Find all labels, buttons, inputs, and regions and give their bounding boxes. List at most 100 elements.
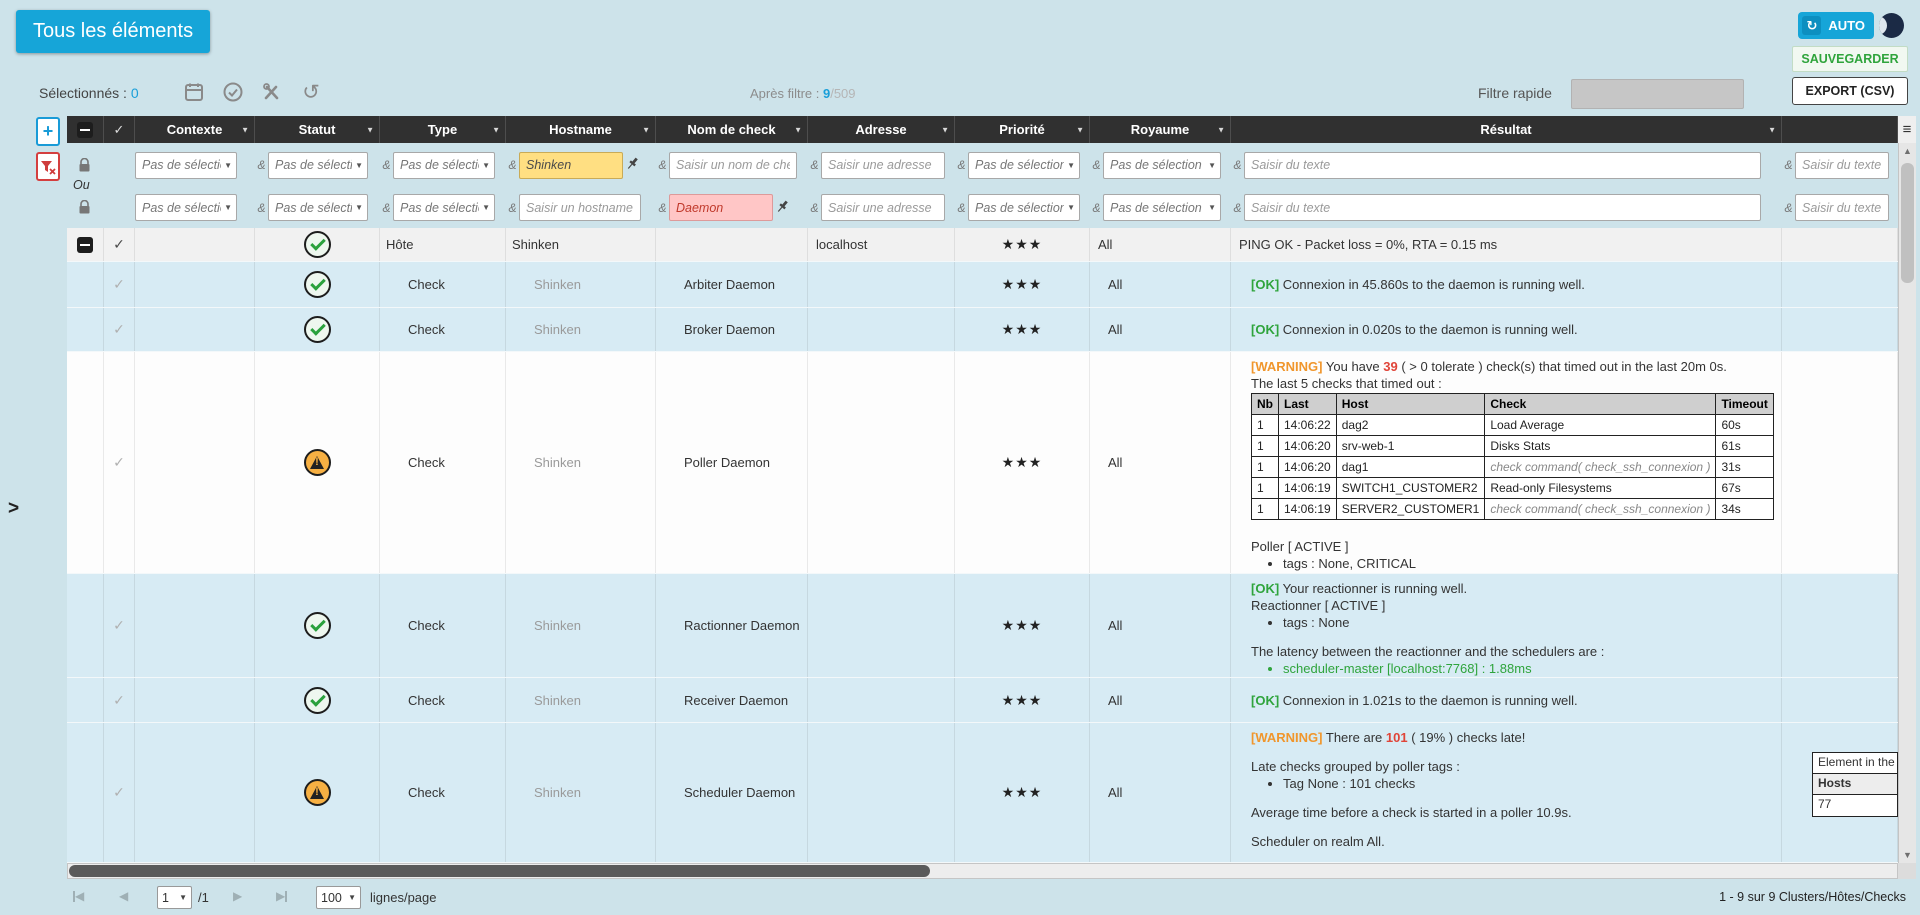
filter-priorite-select[interactable]: Pas de sélection▼ (968, 194, 1080, 221)
quick-filter-input[interactable] (1571, 79, 1744, 109)
page-select[interactable]: 1▼ (157, 886, 192, 909)
chevron-down-icon[interactable]: ▼ (1076, 125, 1084, 134)
check-icon[interactable]: ✓ (113, 276, 125, 293)
col-header-adresse[interactable]: Adresse▼ (808, 116, 955, 143)
filter-royaume-select[interactable]: Pas de sélection▼ (1103, 152, 1221, 179)
select-all-header[interactable] (67, 116, 104, 143)
vertical-scroll-thumb[interactable] (1901, 163, 1914, 283)
col-header-priorite[interactable]: Priorité▼ (955, 116, 1090, 143)
table-row[interactable]: ✓ Check Shinken Scheduler Daemon ★★★ All… (67, 723, 1916, 863)
check-icon[interactable]: ✓ (113, 617, 125, 634)
col-header-contexte[interactable]: Contexte▼ (135, 116, 255, 143)
clear-filters-button[interactable] (36, 152, 60, 181)
check-icon[interactable]: ✓ (113, 236, 125, 253)
filter-priorite-select[interactable]: Pas de sélection▼ (968, 152, 1080, 179)
calendar-button[interactable] (182, 80, 206, 104)
scroll-down-icon[interactable]: ▼ (1899, 847, 1916, 863)
filter-contexte-select[interactable]: Pas de sélection▼ (135, 152, 237, 179)
table-row[interactable]: ✓ Check Shinken Poller Daemon ★★★ All [W… (67, 352, 1916, 574)
check-icon[interactable]: ✓ (113, 692, 125, 709)
first-page-button[interactable]: ◀ (73, 889, 84, 903)
table-row[interactable]: ✓ Check Shinken Ractionner Daemon ★★★ Al… (67, 574, 1916, 678)
filter-hostname-input[interactable] (519, 152, 623, 179)
filter-checkname-input[interactable] (669, 194, 773, 221)
add-filter-button[interactable]: + (36, 117, 60, 146)
scroll-up-icon[interactable]: ▲ (1899, 143, 1916, 159)
next-page-button[interactable]: ▶ (233, 889, 242, 903)
lock-icon[interactable] (78, 200, 91, 215)
col-header-type[interactable]: Type▼ (380, 116, 506, 143)
chevron-down-icon[interactable]: ▼ (642, 125, 650, 134)
dark-mode-toggle-icon[interactable] (1879, 13, 1904, 38)
chevron-down-icon[interactable]: ▼ (1217, 125, 1225, 134)
and-separator: & (1782, 158, 1795, 172)
table-row[interactable]: ✓ Check Shinken Broker Daemon ★★★ All [O… (67, 308, 1916, 352)
all-elements-button[interactable]: Tous les éléments (16, 10, 210, 53)
table-row[interactable]: ✓ Check Shinken Receiver Daemon ★★★ All … (67, 678, 1916, 723)
table-menu-button[interactable]: ≡ (1898, 116, 1916, 143)
filter-extra-input[interactable] (1795, 152, 1889, 179)
filter-address-input[interactable] (821, 194, 945, 221)
previous-page-button[interactable]: ◀ (119, 889, 128, 903)
col-header-statut[interactable]: Statut▼ (255, 116, 380, 143)
result-cell: [OK] Your reactionner is running well. R… (1231, 574, 1782, 677)
filter-checkname-input[interactable] (669, 152, 797, 179)
refresh-selection-button[interactable]: ↺ (299, 80, 323, 104)
table-row: 114:06:20srv-web-1Disks Stats61s (1252, 436, 1774, 457)
filter-hostname-input[interactable] (519, 194, 641, 221)
selected-count: Sélectionnés : 0 (39, 85, 139, 101)
plus-icon: + (43, 121, 54, 142)
chevron-down-icon[interactable]: ▼ (492, 125, 500, 134)
filter-result-input[interactable] (1244, 194, 1761, 221)
per-page-select[interactable]: 100▼ (316, 886, 361, 909)
hostname-cell: Shinken (506, 352, 656, 573)
chevron-down-icon: ▼ (1208, 203, 1216, 212)
save-button[interactable]: SAUVEGARDER (1792, 46, 1908, 72)
filter-statut-select[interactable]: Pas de sélection▼ (268, 152, 368, 179)
filter-extra-input[interactable] (1795, 194, 1889, 221)
export-csv-button[interactable]: EXPORT (CSV) (1792, 77, 1908, 105)
filter-contexte-select[interactable]: Pas de sélection▼ (135, 194, 237, 221)
filter-address-input[interactable] (821, 152, 945, 179)
tools-button[interactable] (260, 80, 284, 104)
calendar-icon (183, 81, 205, 103)
horizontal-scroll-thumb[interactable] (69, 865, 930, 877)
col-header-royaume[interactable]: Royaume▼ (1090, 116, 1231, 143)
chevron-down-icon[interactable]: ▼ (366, 125, 374, 134)
horizontal-scrollbar[interactable] (67, 863, 1898, 879)
lock-icon[interactable] (78, 158, 91, 173)
check-column-header[interactable]: ✓ (104, 116, 135, 143)
pin-icon[interactable] (775, 199, 790, 217)
scheduler-latency-link[interactable]: scheduler-master [localhost:7768] : 1.88… (1283, 660, 1771, 677)
last-page-button[interactable]: ▶ (276, 889, 287, 903)
acknowledge-button[interactable] (221, 80, 245, 104)
check-icon[interactable]: ✓ (113, 321, 125, 338)
chevron-down-icon: ▼ (348, 893, 356, 902)
table-row[interactable]: ✓ Hôte Shinken localhost ★★★ All PING OK… (67, 228, 1916, 262)
filter-statut-select[interactable]: Pas de sélection▼ (268, 194, 368, 221)
chevron-down-icon[interactable]: ▼ (241, 125, 249, 134)
table-row[interactable]: ✓ Check Shinken Arbiter Daemon ★★★ All [… (67, 262, 1916, 308)
col-header-resultat[interactable]: Résultat▼ (1231, 116, 1782, 143)
pin-icon[interactable] (625, 156, 640, 174)
check-icon[interactable]: ✓ (113, 784, 125, 801)
vertical-scrollbar[interactable]: ▲ ▼ (1898, 143, 1916, 863)
filter-type-select[interactable]: Pas de sélection▼ (393, 152, 495, 179)
chevron-down-icon[interactable]: ▼ (794, 125, 802, 134)
collapse-row-icon[interactable] (77, 237, 93, 253)
checkname-cell: Scheduler Daemon (656, 723, 808, 862)
auto-refresh-toggle[interactable]: ↻ AUTO (1798, 12, 1874, 39)
filter-result-input[interactable] (1244, 152, 1761, 179)
filter-type-select[interactable]: Pas de sélection▼ (393, 194, 495, 221)
type-cell: Hôte (380, 228, 506, 261)
chevron-down-icon[interactable]: ▼ (1768, 125, 1776, 134)
panel-expander[interactable]: > (8, 498, 19, 520)
chevron-down-icon[interactable]: ▼ (941, 125, 949, 134)
col-header-nom-de-check[interactable]: Nom de check▼ (656, 116, 808, 143)
col-header-hostname[interactable]: Hostname▼ (506, 116, 656, 143)
filter-royaume-select[interactable]: Pas de sélection▼ (1103, 194, 1221, 221)
selection-tools: ↺ (182, 80, 323, 104)
check-icon[interactable]: ✓ (113, 454, 125, 471)
col-header-extra (1782, 116, 1898, 143)
chevron-down-icon: ▼ (179, 893, 187, 902)
